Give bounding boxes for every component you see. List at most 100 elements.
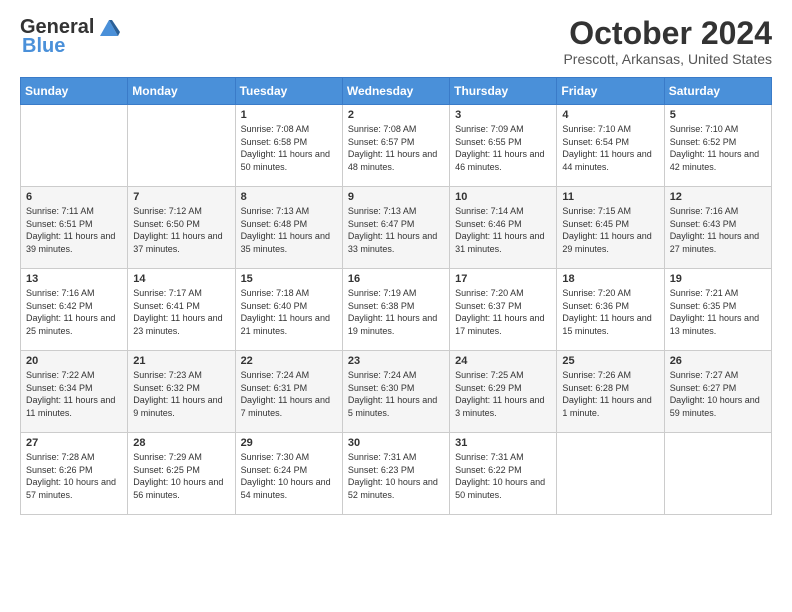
calendar-cell: 11 Sunrise: 7:15 AM Sunset: 6:45 PM Dayli… (557, 187, 664, 269)
day-number: 18 (562, 273, 658, 285)
calendar-cell: 3 Sunrise: 7:09 AM Sunset: 6:55 PM Daylig… (450, 105, 557, 187)
calendar-cell: 5Sunrise: 7:10 AM Sunset: 6:52 PM Daylig… (664, 105, 771, 187)
calendar-cell: 2Sunrise: 7:08 AM Sunset: 6:57 PM Daylig… (342, 105, 449, 187)
day-info: Sunrise: 7:20 AM Sunset: 6:37 PM Dayligh… (455, 287, 551, 337)
day-info: Sunrise: 7:29 AM Sunset: 6:25 PM Dayligh… (133, 451, 229, 501)
day-info: Sunrise: 7:09 AM Sunset: 6:55 PM Dayligh… (455, 123, 551, 173)
calendar-cell: 25 Sunrise: 7:26 AM Sunset: 6:28 PM Dayli… (557, 351, 664, 433)
day-number: 15 (241, 273, 337, 285)
calendar-cell: 6Sunrise: 7:11 AM Sunset: 6:51 PM Daylig… (21, 187, 128, 269)
calendar-table: SundayMondayTuesdayWednesdayThursdayFrid… (20, 77, 772, 515)
day-number: 17 (455, 273, 551, 285)
calendar-cell: 13 Sunrise: 7:16 AM Sunset: 6:42 PM Dayli… (21, 269, 128, 351)
day-header-sunday: Sunday (21, 78, 128, 105)
day-number: 10 (455, 191, 551, 203)
day-number: 28 (133, 437, 229, 449)
day-number: 23 (348, 355, 444, 367)
day-info: Sunrise: 7:28 AM Sunset: 6:26 PM Dayligh… (26, 451, 122, 501)
day-info: Sunrise: 7:12 AM Sunset: 6:50 PM Dayligh… (133, 205, 229, 255)
logo-icon (98, 18, 120, 38)
calendar-body: 1Sunrise: 7:08 AM Sunset: 6:58 PM Daylig… (21, 105, 772, 515)
day-header-friday: Friday (557, 78, 664, 105)
day-info: Sunrise: 7:16 AM Sunset: 6:43 PM Dayligh… (670, 205, 766, 255)
day-info: Sunrise: 7:20 AM Sunset: 6:36 PM Dayligh… (562, 287, 658, 337)
calendar-week-4: 27 Sunrise: 7:28 AM Sunset: 6:26 PM Dayli… (21, 433, 772, 515)
calendar-cell: 21 Sunrise: 7:23 AM Sunset: 6:32 PM Dayli… (128, 351, 235, 433)
day-number: 11 (562, 191, 658, 203)
day-info: Sunrise: 7:13 AM Sunset: 6:48 PM Dayligh… (241, 205, 337, 255)
day-info: Sunrise: 7:16 AM Sunset: 6:42 PM Dayligh… (26, 287, 122, 337)
calendar-cell: 8 Sunrise: 7:13 AM Sunset: 6:48 PM Daylig… (235, 187, 342, 269)
calendar-cell: 15Sunrise: 7:18 AM Sunset: 6:40 PM Dayli… (235, 269, 342, 351)
day-info: Sunrise: 7:23 AM Sunset: 6:32 PM Dayligh… (133, 369, 229, 419)
day-info: Sunrise: 7:15 AM Sunset: 6:45 PM Dayligh… (562, 205, 658, 255)
day-number: 21 (133, 355, 229, 367)
calendar-week-2: 13 Sunrise: 7:16 AM Sunset: 6:42 PM Dayli… (21, 269, 772, 351)
day-info: Sunrise: 7:17 AM Sunset: 6:41 PM Dayligh… (133, 287, 229, 337)
logo-blue-text: Blue (22, 35, 65, 58)
month-title: October 2024 (563, 16, 772, 51)
day-info: Sunrise: 7:30 AM Sunset: 6:24 PM Dayligh… (241, 451, 337, 501)
calendar-cell: 29 Sunrise: 7:30 AM Sunset: 6:24 PM Dayli… (235, 433, 342, 515)
day-number: 27 (26, 437, 122, 449)
day-number: 4 (562, 109, 658, 121)
calendar-cell (128, 105, 235, 187)
day-number: 8 (241, 191, 337, 203)
logo: General Blue (20, 16, 120, 58)
calendar-cell: 10 Sunrise: 7:14 AM Sunset: 6:46 PM Dayli… (450, 187, 557, 269)
day-number: 29 (241, 437, 337, 449)
calendar-cell: 17 Sunrise: 7:20 AM Sunset: 6:37 PM Dayli… (450, 269, 557, 351)
day-info: Sunrise: 7:08 AM Sunset: 6:57 PM Dayligh… (348, 123, 444, 173)
calendar-cell: 19 Sunrise: 7:21 AM Sunset: 6:35 PM Dayli… (664, 269, 771, 351)
day-info: Sunrise: 7:25 AM Sunset: 6:29 PM Dayligh… (455, 369, 551, 419)
calendar-cell: 24Sunrise: 7:25 AM Sunset: 6:29 PM Dayli… (450, 351, 557, 433)
title-block: October 2024 Prescott, Arkansas, United … (563, 16, 772, 67)
day-header-monday: Monday (128, 78, 235, 105)
day-number: 12 (670, 191, 766, 203)
day-number: 30 (348, 437, 444, 449)
calendar-cell: 14Sunrise: 7:17 AM Sunset: 6:41 PM Dayli… (128, 269, 235, 351)
day-number: 26 (670, 355, 766, 367)
day-info: Sunrise: 7:26 AM Sunset: 6:28 PM Dayligh… (562, 369, 658, 419)
page-header: General Blue October 2024 Prescott, Arka… (20, 16, 772, 67)
day-info: Sunrise: 7:22 AM Sunset: 6:34 PM Dayligh… (26, 369, 122, 419)
calendar-cell: 4Sunrise: 7:10 AM Sunset: 6:54 PM Daylig… (557, 105, 664, 187)
day-info: Sunrise: 7:13 AM Sunset: 6:47 PM Dayligh… (348, 205, 444, 255)
day-number: 25 (562, 355, 658, 367)
day-info: Sunrise: 7:24 AM Sunset: 6:30 PM Dayligh… (348, 369, 444, 419)
day-number: 1 (241, 109, 337, 121)
calendar-week-0: 1Sunrise: 7:08 AM Sunset: 6:58 PM Daylig… (21, 105, 772, 187)
day-info: Sunrise: 7:19 AM Sunset: 6:38 PM Dayligh… (348, 287, 444, 337)
day-number: 13 (26, 273, 122, 285)
calendar-cell: 31Sunrise: 7:31 AM Sunset: 6:22 PM Dayli… (450, 433, 557, 515)
day-number: 19 (670, 273, 766, 285)
day-number: 6 (26, 191, 122, 203)
day-number: 7 (133, 191, 229, 203)
day-number: 3 (455, 109, 551, 121)
calendar-cell: 18 Sunrise: 7:20 AM Sunset: 6:36 PM Dayli… (557, 269, 664, 351)
day-header-tuesday: Tuesday (235, 78, 342, 105)
day-number: 16 (348, 273, 444, 285)
day-info: Sunrise: 7:24 AM Sunset: 6:31 PM Dayligh… (241, 369, 337, 419)
day-info: Sunrise: 7:14 AM Sunset: 6:46 PM Dayligh… (455, 205, 551, 255)
calendar-cell: 7 Sunrise: 7:12 AM Sunset: 6:50 PM Daylig… (128, 187, 235, 269)
calendar-cell (664, 433, 771, 515)
calendar-week-1: 6Sunrise: 7:11 AM Sunset: 6:51 PM Daylig… (21, 187, 772, 269)
day-info: Sunrise: 7:27 AM Sunset: 6:27 PM Dayligh… (670, 369, 766, 419)
calendar-cell: 22 Sunrise: 7:24 AM Sunset: 6:31 PM Dayli… (235, 351, 342, 433)
day-number: 5 (670, 109, 766, 121)
calendar-cell: 23 Sunrise: 7:24 AM Sunset: 6:30 PM Dayli… (342, 351, 449, 433)
day-info: Sunrise: 7:31 AM Sunset: 6:22 PM Dayligh… (455, 451, 551, 501)
day-number: 22 (241, 355, 337, 367)
location: Prescott, Arkansas, United States (563, 51, 772, 67)
calendar-cell: 20Sunrise: 7:22 AM Sunset: 6:34 PM Dayli… (21, 351, 128, 433)
calendar-header-row: SundayMondayTuesdayWednesdayThursdayFrid… (21, 78, 772, 105)
day-info: Sunrise: 7:31 AM Sunset: 6:23 PM Dayligh… (348, 451, 444, 501)
calendar-cell: 9Sunrise: 7:13 AM Sunset: 6:47 PM Daylig… (342, 187, 449, 269)
calendar-cell: 1Sunrise: 7:08 AM Sunset: 6:58 PM Daylig… (235, 105, 342, 187)
calendar-cell: 28 Sunrise: 7:29 AM Sunset: 6:25 PM Dayli… (128, 433, 235, 515)
day-header-wednesday: Wednesday (342, 78, 449, 105)
calendar-cell: 30 Sunrise: 7:31 AM Sunset: 6:23 PM Dayli… (342, 433, 449, 515)
calendar-week-3: 20Sunrise: 7:22 AM Sunset: 6:34 PM Dayli… (21, 351, 772, 433)
day-info: Sunrise: 7:21 AM Sunset: 6:35 PM Dayligh… (670, 287, 766, 337)
